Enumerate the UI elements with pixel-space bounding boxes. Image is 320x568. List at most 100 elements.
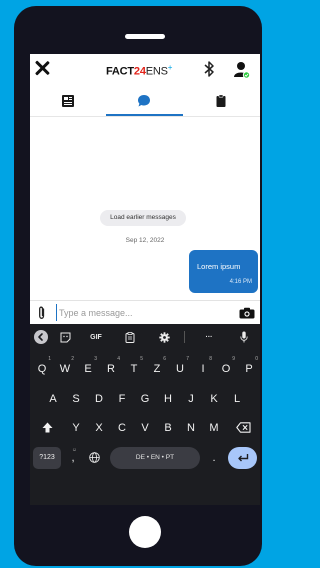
speaker-grille	[125, 34, 165, 39]
key-e[interactable]: E3	[77, 356, 99, 380]
key-i[interactable]: I8	[192, 356, 214, 380]
key-z[interactable]: Z6	[146, 356, 168, 380]
load-earlier-button[interactable]: Load earlier messages	[100, 210, 186, 226]
logo-text-plus: +	[167, 63, 173, 72]
key-f[interactable]: F	[111, 388, 133, 410]
logo-text-fact: FACT	[106, 65, 134, 78]
keyboard-row-2: A S D F G H J K L	[30, 388, 260, 410]
key-hint: 0	[255, 356, 258, 362]
gear-icon	[158, 331, 170, 343]
key-hint: 6	[163, 356, 166, 362]
microphone-icon	[240, 331, 248, 343]
key-g[interactable]: G	[134, 388, 156, 410]
key-j[interactable]: J	[180, 388, 202, 410]
clipboard-button[interactable]	[122, 328, 138, 346]
key-x[interactable]: X	[88, 417, 110, 439]
key-hint: 1	[48, 356, 51, 362]
voice-input-button[interactable]	[236, 328, 252, 346]
key-a[interactable]: A	[42, 388, 64, 410]
key-label: Q	[37, 363, 47, 375]
key-y[interactable]: Y	[65, 417, 87, 439]
chevron-left-icon	[38, 333, 43, 341]
key-c[interactable]: C	[111, 417, 133, 439]
keyboard-row-1: Q1 W2 E3 R4 T5 Z6 U7 I8 O9 P0	[30, 356, 260, 380]
key-s[interactable]: S	[65, 388, 87, 410]
attachment-icon[interactable]	[37, 306, 47, 320]
key-hint: 3	[94, 356, 97, 362]
key-u[interactable]: U7	[169, 356, 191, 380]
tab-news[interactable]	[30, 90, 106, 116]
keyboard-toolbar: GIF ···	[30, 328, 260, 346]
tab-bar	[30, 90, 260, 116]
keyboard-row-3: Y X C V B N M	[30, 417, 260, 439]
app-screen: FACT24ENS+ Load earlier messages Sep 12,…	[30, 54, 260, 505]
key-label: O	[221, 363, 231, 375]
tab-clipboard[interactable]	[183, 90, 259, 116]
key-n[interactable]: N	[180, 417, 202, 439]
close-icon[interactable]	[34, 60, 50, 76]
key-k[interactable]: K	[203, 388, 225, 410]
sticker-button[interactable]	[57, 328, 73, 346]
enter-icon	[237, 454, 248, 462]
key-hint: 4	[117, 356, 120, 362]
key-t[interactable]: T5	[123, 356, 145, 380]
comma-key[interactable]: ☺ ,	[65, 447, 81, 469]
key-label: U	[176, 363, 184, 375]
key-d[interactable]: D	[88, 388, 110, 410]
key-label: T	[130, 363, 138, 375]
key-hint: 9	[232, 356, 235, 362]
enter-key[interactable]	[228, 447, 257, 469]
space-key[interactable]: DE • EN • PT	[110, 447, 200, 469]
key-hint: 5	[140, 356, 143, 362]
message-input[interactable]	[56, 304, 226, 321]
logo-text-ens: ENS	[145, 65, 168, 78]
shift-key[interactable]	[33, 417, 61, 439]
news-icon	[62, 95, 74, 107]
chat-icon	[138, 95, 150, 107]
profile-icon[interactable]	[234, 61, 250, 79]
message-time: 4:16 PM	[229, 279, 252, 285]
key-hint: 8	[209, 356, 212, 362]
gif-button[interactable]: GIF	[86, 328, 106, 346]
key-w[interactable]: W2	[54, 356, 76, 380]
key-l[interactable]: L	[226, 388, 248, 410]
bluetooth-icon[interactable]	[203, 60, 215, 78]
message-bubble: Lorem ipsum 4:16 PM	[189, 250, 258, 293]
key-o[interactable]: O9	[215, 356, 237, 380]
settings-button[interactable]	[156, 328, 172, 346]
tab-chat[interactable]	[106, 90, 182, 116]
logo-text-24: 24	[133, 65, 146, 78]
key-label: P	[245, 363, 253, 375]
keyboard-row-4: ?123 ☺ , DE • EN • PT .	[30, 447, 260, 469]
key-label: I	[201, 363, 205, 375]
key-hint: 7	[186, 356, 189, 362]
app-header: FACT24ENS+	[30, 54, 260, 88]
key-label: W	[59, 363, 71, 375]
emoji-hint: ☺	[71, 447, 77, 453]
key-p[interactable]: P0	[238, 356, 260, 380]
key-m[interactable]: M	[203, 417, 225, 439]
key-v[interactable]: V	[134, 417, 156, 439]
language-key[interactable]	[85, 447, 103, 469]
symbols-key[interactable]: ?123	[33, 447, 61, 469]
home-button[interactable]	[129, 516, 161, 548]
toolbar-divider	[184, 331, 185, 343]
backspace-key[interactable]	[229, 417, 257, 439]
key-r[interactable]: R4	[100, 356, 122, 380]
clipboard-icon	[216, 94, 226, 107]
key-label: R	[107, 363, 115, 375]
key-b[interactable]: B	[157, 417, 179, 439]
globe-icon	[88, 452, 100, 463]
keyboard-back-button[interactable]	[34, 330, 48, 344]
keyboard: GIF ··· Q 1 W 2 E 3 R 4 T 5 Z 6 U 7 I 8 …	[30, 324, 260, 505]
sticker-icon	[60, 332, 70, 342]
key-label: Z	[153, 363, 161, 375]
key-q[interactable]: Q1	[31, 356, 53, 380]
key-h[interactable]: H	[157, 388, 179, 410]
tabs-divider	[30, 116, 260, 117]
message-text: Lorem ipsum	[197, 262, 241, 271]
period-key[interactable]: .	[206, 447, 222, 469]
camera-icon[interactable]	[239, 307, 255, 319]
more-button[interactable]: ···	[201, 328, 217, 346]
date-separator: Sep 12, 2022	[125, 237, 165, 244]
